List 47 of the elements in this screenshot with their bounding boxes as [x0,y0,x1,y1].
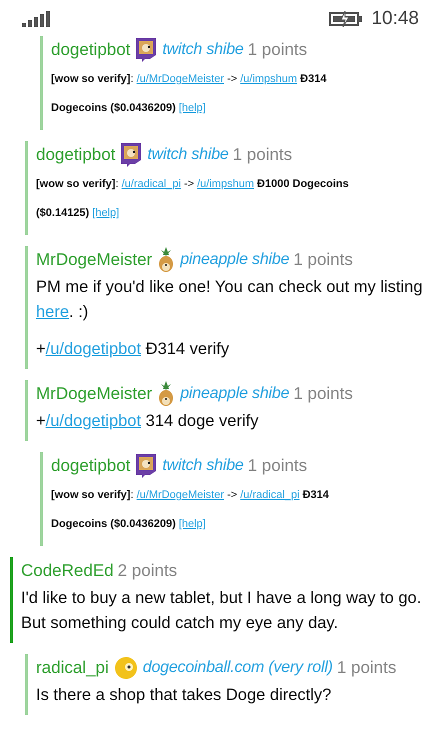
user-link[interactable]: /u/impshum [240,73,298,85]
author-name[interactable]: dogetipbot [51,40,130,60]
dog-badge-icon [119,142,144,168]
user-link[interactable]: /u/MrDogeMeister [136,73,224,85]
comment-text: I'd like to buy a new tablet, but I have a long way to go. But something could catch my eye any day. [21,588,422,634]
user-link[interactable]: /u/radical_pi [122,178,181,190]
author-name[interactable]: radical_pi [36,658,109,678]
flair-text: twitch shibe [162,41,244,59]
comment-text: +/u/dogetipbot Ð314 verify [36,339,230,360]
comment-text: +/u/dogetipbot 314 doge verify [36,411,260,432]
points-count: 1 points [336,658,396,678]
comment-text: PM me if you'd like one! You can check out my listing here. :) [36,277,424,323]
user-link[interactable]: /u/dogetipbot [46,412,142,430]
flair-text: twitch shibe [147,146,229,164]
dog-badge-icon [134,37,158,63]
user-link[interactable]: [help] [178,102,206,114]
flair-text: pineapple shibe [180,251,290,269]
author-name[interactable]: dogetipbot [36,145,116,165]
points-count: 1 points [293,384,353,404]
clock-time: 10:48 [371,8,419,30]
user-link[interactable]: here [36,303,70,321]
user-link[interactable]: [help] [178,518,206,530]
ball-icon [112,656,139,680]
user-link[interactable]: /u/dogetipbot [46,340,142,358]
author-name[interactable]: MrDogeMeister [36,250,152,270]
points-count: 1 points [248,40,308,60]
comment-text: [wow so verify]: /u/MrDogeMeister -> /u/impshum Ð314 Dogecoins ($0.0436209) [help] [51,72,328,116]
points-count: 2 points [118,561,178,581]
flair-text: pineapple shibe [180,385,290,403]
battery-charging-icon [329,11,364,27]
comment-text: [wow so verify]: /u/radical_pi -> /u/impshum Ð1000 Dogecoins ($0.14125) [help] [36,177,350,221]
signal-icon [22,11,50,27]
flair-text: twitch shibe [162,457,244,475]
author-name[interactable]: CodeRedEd [21,561,114,581]
dog-badge-icon [134,453,158,479]
points-count: 1 points [248,456,308,476]
user-link[interactable]: [help] [92,207,120,219]
flair-text: dogecoinball.com (very roll) [142,659,333,677]
author-name[interactable]: MrDogeMeister [36,384,152,404]
author-name[interactable]: dogetipbot [51,456,130,476]
user-link[interactable]: /u/impshum [197,178,254,190]
comment-text: [wow so verify]: /u/MrDogeMeister -> /u/radical_pi Ð314 Dogecoins ($0.0436209) [help] [51,488,330,532]
user-link[interactable]: /u/MrDogeMeister [136,489,224,501]
user-link[interactable]: /u/radical_pi [240,489,300,501]
points-count: 1 points [293,250,353,270]
comment-text: Is there a shop that takes Doge directly? [36,685,332,706]
points-count: 1 points [232,145,292,165]
